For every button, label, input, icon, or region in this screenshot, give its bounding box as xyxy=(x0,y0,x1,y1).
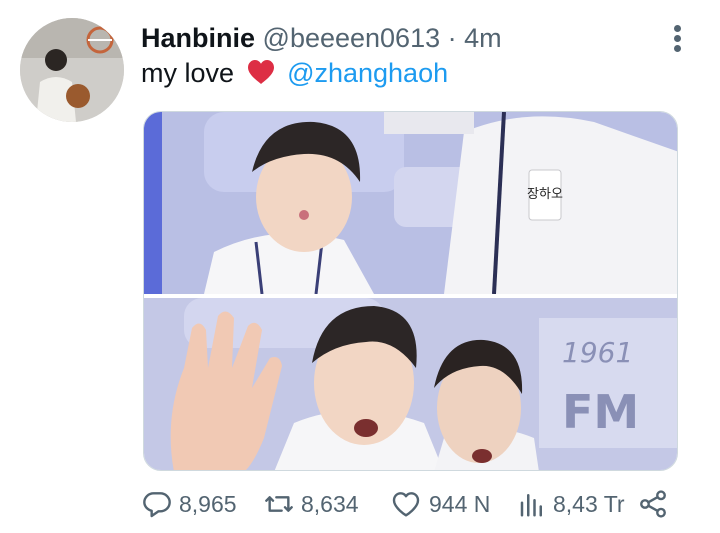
photo-bottom-image: 1961 FM xyxy=(144,298,677,470)
views-button[interactable]: 8,43 Tr xyxy=(517,486,625,522)
reply-count: 8,965 xyxy=(179,490,237,517)
retweet-icon xyxy=(265,496,293,512)
tweet-actions: 8,965 8,634 944 N 8,43 Tr xyxy=(141,486,681,522)
retweet-button[interactable]: 8,634 xyxy=(263,486,359,522)
reply-button[interactable]: 8,965 xyxy=(141,486,237,522)
retweet-count: 8,634 xyxy=(301,490,359,517)
photo-bottom[interactable]: 1961 FM xyxy=(144,298,677,470)
photo-top-image: 장하오 xyxy=(144,112,677,294)
user-handle[interactable]: @beeeen0613 xyxy=(263,23,441,53)
share-icon xyxy=(640,490,666,518)
red-heart-emoji xyxy=(247,60,274,84)
separator-dot: · xyxy=(447,23,457,53)
share-button[interactable] xyxy=(637,486,675,522)
media-container[interactable]: 장하오 1961 FM xyxy=(143,111,678,471)
tweet-time[interactable]: 4m xyxy=(464,23,502,53)
tweet-text-body: my love xyxy=(141,58,235,88)
display-name[interactable]: Hanbinie xyxy=(141,23,255,53)
tweet-text: my love @zhanghaoh xyxy=(141,57,448,89)
tweet-header: Hanbinie @beeeen0613 · 4m xyxy=(141,22,502,54)
mention-link[interactable]: @zhanghaoh xyxy=(287,58,448,88)
like-button[interactable]: 944 N xyxy=(389,486,490,522)
like-icon xyxy=(392,492,420,517)
photo-top[interactable]: 장하오 xyxy=(144,112,677,294)
name-tag-text: 장하오 xyxy=(527,187,563,202)
more-vertical-icon[interactable] xyxy=(664,22,692,56)
reply-icon xyxy=(143,492,171,518)
views-count: 8,43 Tr xyxy=(553,490,625,517)
like-count: 944 N xyxy=(429,490,491,517)
avatar[interactable] xyxy=(20,18,124,122)
sign-letters-text: FM xyxy=(562,385,639,439)
sign-number-text: 1961 xyxy=(562,336,633,369)
views-icon xyxy=(520,494,542,517)
avatar-photo xyxy=(20,18,124,122)
